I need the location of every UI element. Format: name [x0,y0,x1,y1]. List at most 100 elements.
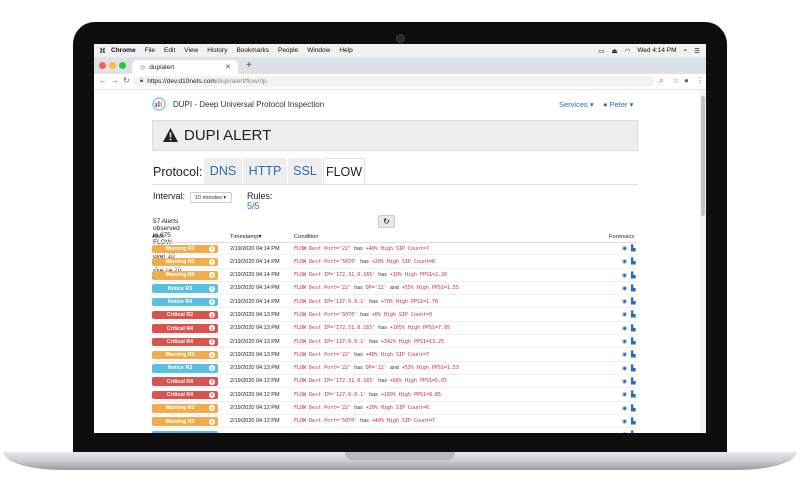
apple-icon[interactable]: ⌘ [99,47,111,55]
table-row[interactable]: Notice R3 3 2/19/2020 04:14 PM FLOW Dest Po… [152,282,638,296]
minimize-window-button[interactable] [109,62,116,69]
chart-icon[interactable]: ▙ [631,391,636,398]
browser-tab[interactable]: ◎ dupialert ✕ [132,60,238,74]
table-row[interactable]: Warning R4 3 2/19/2020 04:14 PM FLOW Dest I… [152,269,638,282]
alert-badge[interactable]: Critical R4 3 [152,390,218,400]
alert-badge[interactable] [152,430,218,433]
menu-edit[interactable]: Edit [164,47,175,54]
rules-value-link[interactable]: 5/5 [247,201,260,211]
close-window-button[interactable] [99,62,106,69]
table-row[interactable]: Warning R2 3 2/19/2020 04:12 PM FLOW Dest P… [152,415,638,429]
clock[interactable]: Wed 4:14 PM [637,47,676,54]
interval-select[interactable]: 10 minutes ▾ [190,192,232,203]
chart-icon[interactable]: ▙ [631,311,636,318]
menu-help[interactable]: Help [339,47,352,54]
new-tab-button[interactable]: + [246,60,252,71]
table-row[interactable]: Critical R4 3 2/19/2020 04:12 PM FLOW Dest … [152,375,638,389]
pcap-globe-icon[interactable]: ◉ [622,325,627,332]
alert-badge[interactable]: Critical R2 3 [152,310,218,320]
tab-http[interactable]: HTTP [243,158,287,184]
table-row[interactable]: Critical R4 3 2/19/2020 04:13 PM FLOW Dest … [152,335,638,349]
table-row[interactable]: Warning R2 3 2/19/2020 04:14 PM FLOW Dest P… [152,242,638,256]
alert-badge[interactable]: Critical R4 3 [152,337,218,347]
tab-flow[interactable]: FLOW [323,158,365,184]
menu-people[interactable]: People [278,47,298,54]
chart-icon[interactable]: ▙ [631,272,636,279]
alert-badge[interactable]: Critical R4 3 [152,324,218,333]
col-alert[interactable]: Alert [152,234,164,240]
table-row[interactable]: Notice R4 3 2/19/2020 04:14 PM FLOW Dest IP… [152,295,638,309]
profile-avatar-icon[interactable]: ● [684,76,689,85]
table-row[interactable]: Warning R2 3 2/19/2020 04:12 PM FLOW Dest P… [152,402,638,415]
notification-center-icon[interactable]: ☰ [694,47,700,55]
reload-icon[interactable]: ↻ [123,76,130,85]
tab-ssl[interactable]: SSL [288,158,322,184]
menu-window[interactable]: Window [307,47,330,54]
chart-icon[interactable]: ▙ [631,431,636,433]
wifi-icon[interactable]: ◠ [625,47,631,55]
table-row[interactable]: Notice R3 3 2/19/2020 04:13 PM FLOW Dest Po… [152,362,638,375]
refresh-button[interactable]: ↻ [378,215,395,228]
forward-arrow-icon[interactable]: → [111,76,119,85]
alert-badge[interactable]: Warning R2 3 [152,350,218,360]
col-condition[interactable]: Condition [294,234,319,240]
alert-badge[interactable]: Warning R2 3 [152,417,218,426]
pcap-globe-icon[interactable]: ◉ [622,365,627,372]
pcap-globe-icon[interactable]: ◉ [622,391,627,398]
alert-badge[interactable]: Notice R3 3 [152,284,218,293]
eject-icon[interactable]: ⏏ [611,47,617,55]
chart-icon[interactable]: ▙ [631,365,636,372]
browser-menu-icon[interactable]: ⋮ [696,76,704,85]
alert-badge[interactable]: Warning R2 3 [152,404,218,413]
tab-dns[interactable]: DNS [204,158,242,184]
pcap-globe-icon[interactable]: ◉ [622,418,627,425]
pcap-globe-icon[interactable]: ◉ [622,285,627,292]
menu-view[interactable]: View [184,47,198,54]
pcap-globe-icon[interactable]: ◉ [622,298,627,305]
chart-icon[interactable]: ▙ [631,405,636,412]
close-tab-icon[interactable]: ✕ [225,63,231,71]
alert-badge[interactable]: Notice R3 3 [152,364,218,373]
pcap-globe-icon[interactable]: ◉ [622,272,627,279]
chart-icon[interactable]: ▙ [631,298,636,305]
pcap-globe-icon[interactable]: ◉ [622,258,627,265]
table-row[interactable]: Warning R2 3 2/19/2020 04:14 PM FLOW Dest P… [152,255,638,269]
pcap-globe-icon[interactable]: ◉ [622,431,627,433]
services-menu[interactable]: Services ▾ [559,100,594,109]
screen-mirroring-icon[interactable]: ▭ [598,47,604,55]
address-bar[interactable]: 🔒︎ https://dev.d10nets.com /dupi/alert/f… [134,76,654,87]
menu-history[interactable]: History [207,47,227,54]
alert-badge[interactable]: Warning R2 3 [152,244,218,253]
chart-icon[interactable]: ▙ [631,378,636,385]
back-arrow-icon[interactable]: ← [99,76,107,85]
bookmark-star-icon[interactable]: ☆ [672,76,679,85]
chart-icon[interactable]: ▙ [631,258,636,265]
spotlight-search-icon[interactable]: ⌕ [684,47,688,55]
pcap-globe-icon[interactable]: ◉ [622,311,627,318]
pcap-globe-icon[interactable]: ◉ [622,245,627,252]
alert-badge[interactable]: Warning R2 3 [152,257,218,267]
alert-badge[interactable]: Critical R4 3 [152,377,218,386]
table-row[interactable]: Critical R4 3 2/19/2020 04:12 PM FLOW Dest … [152,388,638,402]
alert-badge[interactable]: Warning R4 3 [152,271,218,280]
pcap-globe-icon[interactable]: ◉ [622,405,627,412]
chart-icon[interactable]: ▙ [631,285,636,292]
menu-file[interactable]: File [145,47,155,54]
app-title[interactable]: DUPI - Deep Universal Protocol Inspectio… [173,100,324,109]
zoom-magnifier-icon[interactable]: ⌕ [659,76,663,86]
pcap-globe-icon[interactable]: ◉ [622,351,627,358]
menu-app-name[interactable]: Chrome [111,47,136,54]
chart-icon[interactable]: ▙ [631,338,636,345]
chart-icon[interactable]: ▙ [631,245,636,252]
pcap-globe-icon[interactable]: ◉ [622,378,627,385]
page-scrollbar-thumb[interactable] [701,96,705,216]
menu-bookmarks[interactable]: Bookmarks [236,47,269,54]
table-row[interactable]: ◉▙ [152,428,638,433]
table-row[interactable]: Critical R2 3 2/19/2020 04:13 PM FLOW Dest … [152,308,638,322]
chart-icon[interactable]: ▙ [631,351,636,358]
pcap-globe-icon[interactable]: ◉ [622,338,627,345]
user-menu[interactable]: ● Peter ▾ [603,100,633,109]
zoom-window-button[interactable] [119,62,126,69]
chart-icon[interactable]: ▙ [631,325,636,332]
col-timestamp[interactable]: Timestamp▾ [230,234,261,240]
